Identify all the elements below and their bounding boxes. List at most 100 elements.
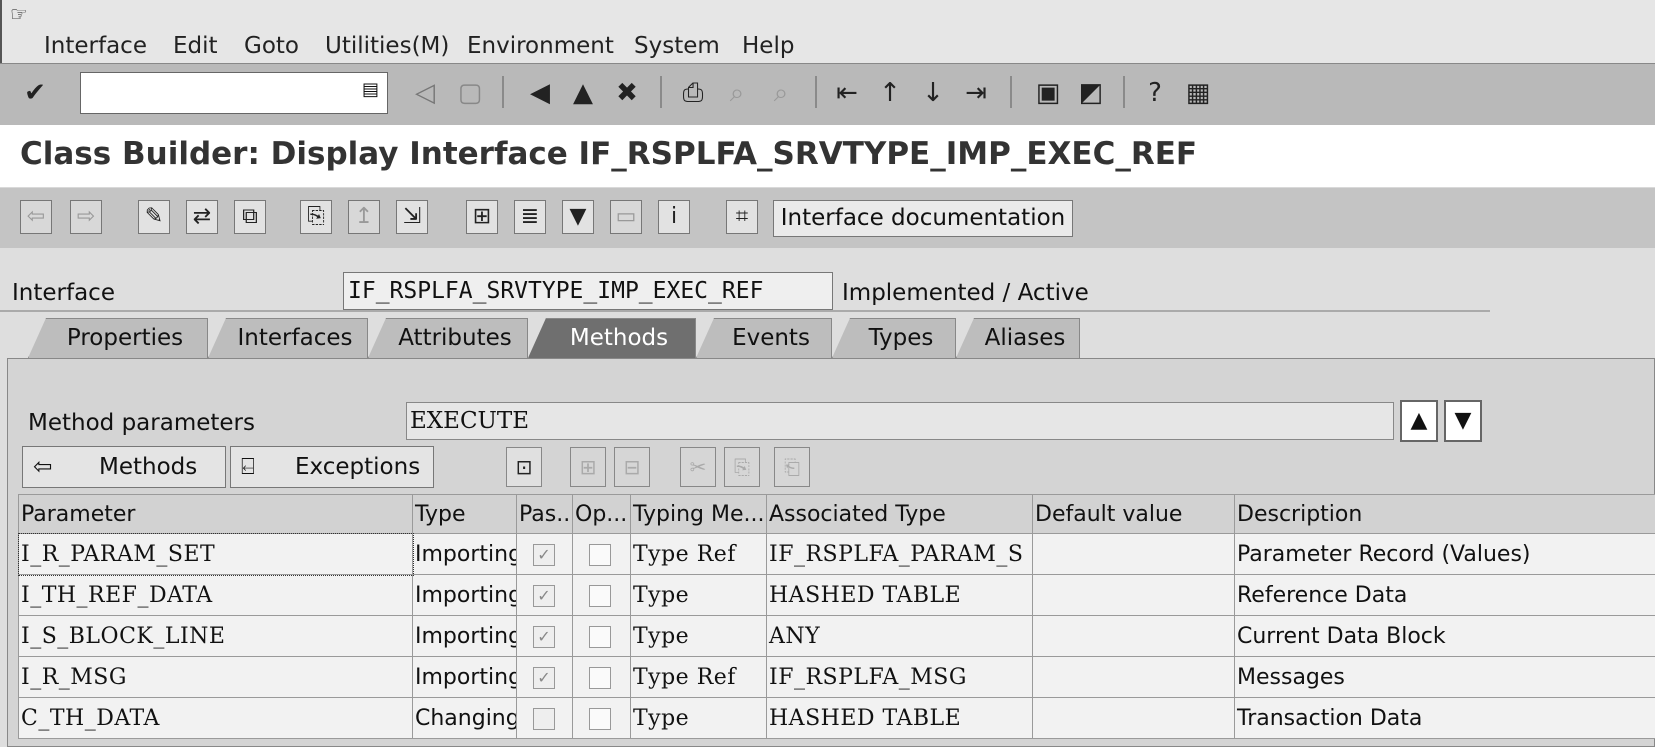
description-cell[interactable]: Messages <box>1234 656 1655 698</box>
active-inactive-icon[interactable]: ⇄ <box>186 200 218 234</box>
column-header[interactable]: Associated Type <box>766 494 1033 534</box>
type-cell[interactable]: Importing <box>412 656 517 698</box>
signature-icon[interactable]: ⌗ <box>726 200 758 234</box>
parameter-cell[interactable]: I_R_PARAM_SET <box>17 532 414 576</box>
print-icon[interactable]: ⎙ <box>678 76 708 110</box>
column-header[interactable]: Parameter <box>18 494 413 534</box>
tab-interfaces[interactable]: Interfaces <box>208 318 368 358</box>
method-name-field[interactable]: EXECUTE <box>406 402 1394 440</box>
column-header[interactable]: Pas... <box>516 494 573 534</box>
menu-system[interactable]: System <box>634 33 720 59</box>
parameter-cell[interactable]: I_S_BLOCK_LINE <box>18 615 413 657</box>
typing-method-cell[interactable]: Type <box>630 697 767 739</box>
optional-checkbox[interactable] <box>572 615 631 657</box>
optional-check-icon[interactable] <box>589 707 611 730</box>
new-session-icon[interactable]: ▣ <box>1033 76 1063 110</box>
table-row[interactable]: I_R_MSG Importing ✓ Type Ref IF_RSPLFA_MSG Me… <box>18 656 1655 698</box>
description-cell[interactable]: Transaction Data <box>1234 697 1655 739</box>
menu-utilities[interactable]: Utilities(M) <box>325 33 449 59</box>
info-icon[interactable]: i <box>658 200 690 234</box>
tab-types[interactable]: Types <box>832 318 956 358</box>
table-row[interactable]: I_R_PARAM_SET Importing ✓ Type Ref IF_RSPLFA… <box>17 532 1655 576</box>
type-cell[interactable]: Importing <box>412 533 517 575</box>
layout-menu-icon[interactable]: ▦ <box>1183 76 1213 110</box>
typing-method-cell[interactable]: Type <box>630 574 767 616</box>
parameter-cell[interactable]: I_R_MSG <box>18 656 413 698</box>
associated-type-cell[interactable]: IF_RSPLFA_MSG <box>766 656 1033 698</box>
stack-icon[interactable]: ≣ <box>514 200 546 234</box>
save-icon[interactable]: ▢ <box>455 76 485 110</box>
check-icon[interactable]: ⎘ <box>300 200 332 234</box>
pass-by-value-check-icon[interactable]: ✓ <box>533 584 555 607</box>
column-header[interactable]: Typing Me... <box>630 494 767 534</box>
find-next-icon[interactable]: ⌕ <box>766 76 796 110</box>
previous-page-icon[interactable]: ↑ <box>875 76 905 110</box>
cut-icon[interactable]: ✂ <box>680 447 716 487</box>
description-cell[interactable]: Reference Data <box>1234 574 1655 616</box>
next-method-button[interactable]: ▼ <box>1444 400 1482 442</box>
menu-environment[interactable]: Environment <box>467 33 614 59</box>
exceptions-button[interactable]: ⍇ Exceptions <box>230 446 434 488</box>
pass-by-value-checkbox[interactable] <box>516 697 573 739</box>
typing-method-cell[interactable]: Type Ref <box>630 656 767 698</box>
where-used-icon[interactable]: ⇲ <box>396 200 428 234</box>
description-cell[interactable]: Parameter Record (Values) <box>1234 533 1655 575</box>
default-value-cell[interactable] <box>1032 574 1235 616</box>
insert-row-icon[interactable]: ⊞ <box>570 447 606 487</box>
forward-arrow-icon[interactable]: ⇨ <box>70 200 102 234</box>
menu-interface[interactable]: Interface <box>44 33 147 59</box>
optional-check-icon[interactable] <box>589 625 611 648</box>
default-value-cell[interactable] <box>1032 533 1235 575</box>
tab-events[interactable]: Events <box>696 318 832 358</box>
delete-row-icon[interactable]: ⊟ <box>614 447 650 487</box>
column-header[interactable]: Default value <box>1032 494 1235 534</box>
default-value-cell[interactable] <box>1032 697 1235 739</box>
optional-check-icon[interactable] <box>589 666 611 689</box>
back-icon[interactable]: ◀ <box>525 76 555 110</box>
find-icon[interactable]: ⌕ <box>722 76 752 110</box>
help-icon[interactable]: ? <box>1140 76 1170 110</box>
display-change-icon[interactable]: ✎ <box>138 200 170 234</box>
typing-method-cell[interactable]: Type <box>630 615 767 657</box>
window-menu-icon[interactable]: ☞ <box>10 2 28 26</box>
default-value-cell[interactable] <box>1032 656 1235 698</box>
tab-aliases[interactable]: Aliases <box>956 318 1080 358</box>
command-history-icon[interactable]: ▤ <box>362 79 379 100</box>
associated-type-cell[interactable]: ANY <box>766 615 1033 657</box>
associated-type-cell[interactable]: HASHED TABLE <box>766 574 1033 616</box>
last-page-icon[interactable]: ⇥ <box>961 76 991 110</box>
type-cell[interactable]: Importing <box>412 615 517 657</box>
tab-methods[interactable]: Methods <box>528 318 696 358</box>
column-header[interactable]: Type <box>412 494 517 534</box>
activate-icon[interactable]: ↥ <box>348 200 380 234</box>
pass-by-value-checkbox[interactable]: ✓ <box>516 615 573 657</box>
column-header[interactable]: Op... <box>572 494 631 534</box>
menu-help[interactable]: Help <box>742 33 794 59</box>
pass-by-value-checkbox[interactable]: ✓ <box>516 533 573 575</box>
column-header[interactable]: Description <box>1234 494 1655 534</box>
parameter-cell[interactable]: C_TH_DATA <box>18 697 413 739</box>
optional-checkbox[interactable] <box>572 574 631 616</box>
filter-icon[interactable]: ▼ <box>562 200 594 234</box>
optional-check-icon[interactable] <box>589 584 611 607</box>
enter-icon[interactable]: ✔ <box>20 76 50 110</box>
optional-checkbox[interactable] <box>572 533 631 575</box>
associated-type-cell[interactable]: IF_RSPLFA_PARAM_S <box>766 533 1033 575</box>
command-field[interactable]: ▤ <box>80 72 388 114</box>
tab-properties[interactable]: Properties <box>28 318 208 358</box>
table-row[interactable]: C_TH_DATA Changing Type HASHED TABLE Transac… <box>18 697 1655 739</box>
default-value-cell[interactable] <box>1032 615 1235 657</box>
pass-by-value-check-icon[interactable]: ✓ <box>533 666 555 689</box>
pass-by-value-check-icon[interactable] <box>533 707 555 730</box>
associated-type-cell[interactable]: HASHED TABLE <box>766 697 1033 739</box>
pass-by-value-check-icon[interactable]: ✓ <box>533 543 555 566</box>
exit-icon[interactable]: ▲ <box>568 76 598 110</box>
cancel-icon[interactable]: ✖ <box>612 76 642 110</box>
optional-checkbox[interactable] <box>572 697 631 739</box>
pass-by-value-checkbox[interactable]: ✓ <box>516 656 573 698</box>
pass-by-value-checkbox[interactable]: ✓ <box>516 574 573 616</box>
pass-by-value-check-icon[interactable]: ✓ <box>533 625 555 648</box>
tab-attributes[interactable]: Attributes <box>368 318 528 358</box>
interface-documentation-button[interactable]: Interface documentation <box>773 200 1073 237</box>
typing-method-cell[interactable]: Type Ref <box>630 533 767 575</box>
